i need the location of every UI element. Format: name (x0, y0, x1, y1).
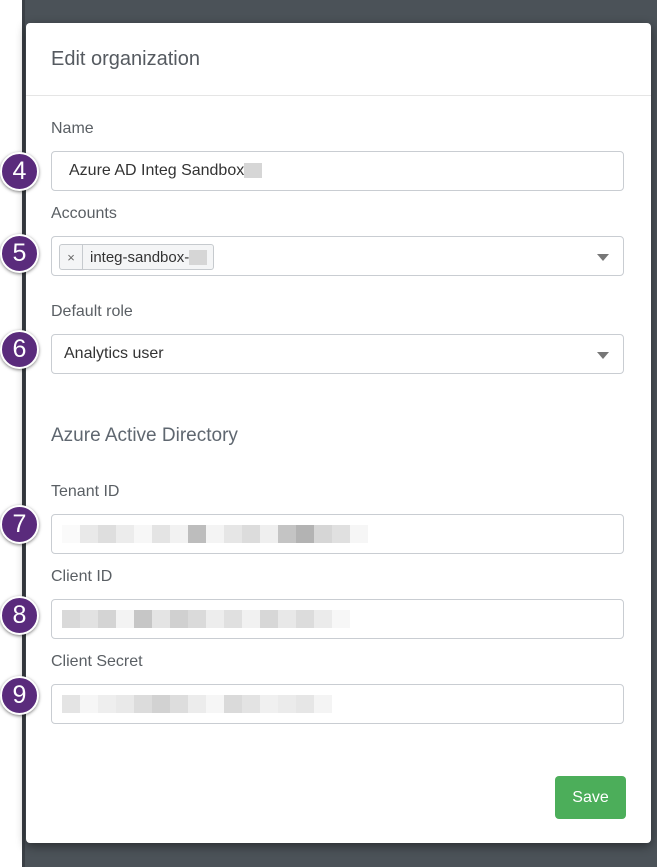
step-marker-8: 8 (0, 596, 39, 635)
client-id-label: Client ID (51, 568, 113, 585)
client-secret-label: Client Secret (51, 653, 143, 670)
redacted-block (244, 163, 263, 179)
step-marker-4: 4 (0, 152, 39, 191)
tenant-id-input[interactable] (51, 514, 624, 554)
modal-header: Edit organization (26, 23, 651, 96)
account-tag: × integ-sandbox- (59, 244, 215, 270)
chevron-down-icon[interactable] (597, 254, 609, 261)
default-role-select[interactable]: Analytics user (51, 334, 624, 374)
default-role-label: Default role (51, 303, 133, 320)
name-value: Azure AD Integ Sandbox (69, 162, 245, 179)
account-tag-label: integ-sandbox- (90, 248, 190, 266)
page-edge (22, 0, 25, 867)
name-label: Name (51, 120, 94, 137)
name-input[interactable]: Azure AD Integ Sandbox (51, 151, 624, 191)
redacted-block (189, 250, 208, 266)
default-role-value: Analytics user (64, 345, 164, 362)
step-marker-9: 9 (0, 676, 39, 715)
accounts-select[interactable]: × integ-sandbox- (51, 236, 624, 276)
azure-section-title: Azure Active Directory (51, 425, 238, 446)
redacted-tenant-id (62, 525, 368, 543)
redacted-client-secret (62, 695, 332, 713)
step-marker-7: 7 (0, 505, 39, 544)
tenant-id-label: Tenant ID (51, 483, 120, 500)
step-marker-6: 6 (0, 330, 39, 369)
redacted-client-id (62, 610, 350, 628)
step-marker-5: 5 (0, 234, 39, 273)
chevron-down-icon[interactable] (597, 352, 609, 359)
client-id-input[interactable] (51, 599, 624, 639)
client-secret-input[interactable] (51, 684, 624, 724)
edit-organization-modal: Edit organization Name Azure AD Integ Sa… (26, 23, 651, 843)
save-button[interactable]: Save (555, 776, 626, 819)
accounts-label: Accounts (51, 205, 117, 222)
tag-remove-icon[interactable]: × (60, 245, 83, 269)
modal-title: Edit organization (51, 48, 200, 70)
